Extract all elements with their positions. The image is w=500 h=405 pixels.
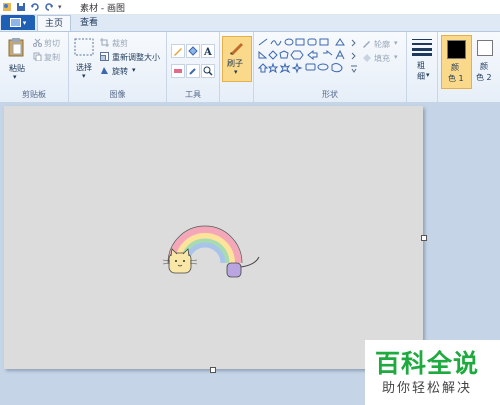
clipboard-group: 粘贴 ▾ 剪切 复制 剪贴板 <box>0 32 69 102</box>
fill-button[interactable]: 填充 <box>374 53 390 64</box>
magnifier-tool[interactable] <box>201 64 215 78</box>
file-menu-icon <box>9 18 21 27</box>
canvas-resize-handle-bottom[interactable] <box>210 367 216 373</box>
rainbow-cat-drawing <box>162 225 260 278</box>
chevron-down-icon[interactable]: ▾ <box>394 53 398 61</box>
canvas-resize-handle-right[interactable] <box>421 235 427 241</box>
quick-access-toolbar: ▾ <box>2 1 62 12</box>
chevron-down-icon[interactable]: ▾ <box>132 66 136 74</box>
scissors-icon <box>33 38 42 47</box>
image-group: 选择 ▾ 裁剪 重新调整大小 旋转 ▾ 图像 <box>69 32 167 102</box>
save-icon[interactable] <box>16 2 26 12</box>
paste-label[interactable]: 粘贴 <box>9 63 25 74</box>
customize-qat-icon[interactable]: ▾ <box>58 3 62 11</box>
color1-label-a: 颜 <box>451 63 459 72</box>
rotate-icon <box>101 67 108 74</box>
chevron-down-icon[interactable]: ▾ <box>13 73 17 81</box>
title-bar: ▾ 素材 - 画图 <box>0 0 500 15</box>
shapes-gallery[interactable] <box>258 38 358 78</box>
window-title: 素材 - 画图 <box>80 4 125 14</box>
cut-button[interactable]: 剪切 <box>44 38 60 49</box>
drawing-canvas[interactable] <box>4 106 423 369</box>
chevron-down-icon[interactable]: ▾ <box>82 72 86 80</box>
color2-button[interactable]: 颜 色 2 <box>473 35 500 87</box>
svg-text:A: A <box>203 47 212 57</box>
resize-icon <box>100 52 109 61</box>
chevron-down-icon[interactable]: ▾ <box>394 39 398 47</box>
pencil-tool[interactable] <box>171 44 185 58</box>
size-label-1: 粗 <box>417 61 425 70</box>
crop-button[interactable]: 裁剪 <box>112 38 128 49</box>
undo-icon[interactable] <box>30 2 40 12</box>
fill-bucket-icon <box>363 54 371 62</box>
chevron-down-icon: ▾ <box>234 68 238 76</box>
watermark-slogan: 助你轻松解决 <box>382 381 473 396</box>
color2-swatch <box>477 40 493 56</box>
eraser-icon <box>174 69 182 73</box>
brushes-group: 刷子 ▾ <box>220 32 254 102</box>
outline-pen-icon <box>363 41 370 48</box>
fill-tool[interactable] <box>186 44 200 58</box>
copy-icon <box>33 52 42 61</box>
resize-button[interactable]: 重新调整大小 <box>112 52 160 63</box>
ribbon: 粘贴 ▾ 剪切 复制 剪贴板 选择 ▾ 裁剪 重新调整大小 旋转 ▾ 图像 A <box>0 31 500 103</box>
color2-label-a: 颜 <box>480 62 488 71</box>
color-picker-tool[interactable] <box>186 64 200 78</box>
chevron-down-icon: ▾ <box>22 18 27 27</box>
eraser-tool[interactable] <box>171 64 185 78</box>
color1-label-b: 色 1 <box>448 74 464 83</box>
rotate-button[interactable]: 旋转 <box>112 66 128 77</box>
copy-button[interactable]: 复制 <box>44 52 60 63</box>
magnifier-icon <box>203 66 213 76</box>
watermark-brand: 百科全说 <box>375 349 480 378</box>
redo-icon[interactable] <box>44 2 54 12</box>
paint-bucket-icon <box>188 46 198 56</box>
crop-icon <box>100 38 109 47</box>
image-group-label: 图像 <box>109 90 126 99</box>
watermark: 百科全说 助你轻松解决 <box>365 340 500 405</box>
tools-group-label: 工具 <box>185 90 201 99</box>
tab-view[interactable]: 查看 <box>74 15 104 31</box>
tools-group: A 工具 <box>167 32 220 102</box>
paint-app-icon <box>3 2 11 11</box>
shapes-group-label: 形状 <box>322 90 338 99</box>
paste-icon[interactable] <box>8 37 24 57</box>
eyedropper-icon <box>189 68 196 75</box>
size-group[interactable]: 粗 细 ▾ <box>407 32 438 102</box>
clipboard-group-label: 剪贴板 <box>22 90 46 99</box>
text-tool[interactable]: A <box>201 44 215 58</box>
pencil-icon <box>174 48 182 56</box>
brushes-button[interactable]: 刷子 ▾ <box>222 36 252 82</box>
select-icon[interactable] <box>74 38 94 56</box>
chevron-down-icon: ▾ <box>426 71 430 79</box>
color1-button[interactable]: 颜 色 1 <box>441 35 472 89</box>
color2-label-b: 色 2 <box>476 73 492 82</box>
brush-icon <box>230 43 243 55</box>
tab-home[interactable]: 主页 <box>37 15 71 32</box>
outline-button[interactable]: 轮廓 <box>374 39 390 50</box>
file-menu-button[interactable]: ▾ <box>1 15 35 30</box>
line-size-icon <box>412 39 432 56</box>
ribbon-tab-row: ▾ 主页 查看 <box>0 15 500 32</box>
color1-swatch <box>447 40 466 59</box>
size-label-2: 细 <box>417 72 425 81</box>
text-a-icon: A <box>203 47 212 58</box>
shapes-group: 轮廓 ▾ 填充 ▾ 形状 <box>254 32 407 102</box>
